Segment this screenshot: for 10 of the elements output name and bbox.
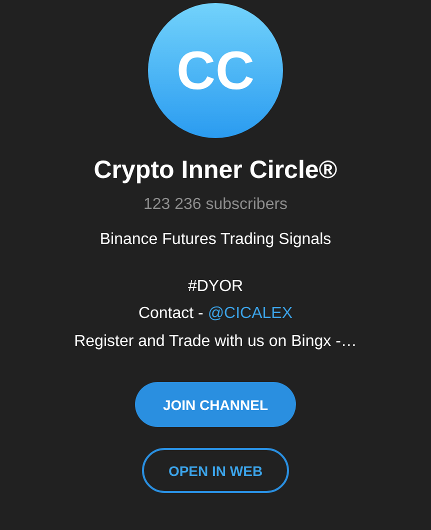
- description-text: Register and Trade with us on Bingx -…: [74, 332, 357, 352]
- description-text: Binance Futures Trading Signals: [100, 230, 332, 250]
- description-text: #DYOR: [188, 276, 244, 296]
- avatar-initials: CC: [176, 40, 254, 102]
- join-button[interactable]: JOIN CHANNEL: [135, 382, 296, 427]
- contact-link[interactable]: @CICALEX: [208, 305, 293, 322]
- subscriber-count: 123 236 subscribers: [143, 196, 288, 214]
- contact-line: Contact - @CICALEX: [138, 304, 293, 324]
- channel-title: Crypto Inner Circle®: [94, 156, 338, 185]
- open-web-button[interactable]: OPEN IN WEB: [142, 448, 289, 493]
